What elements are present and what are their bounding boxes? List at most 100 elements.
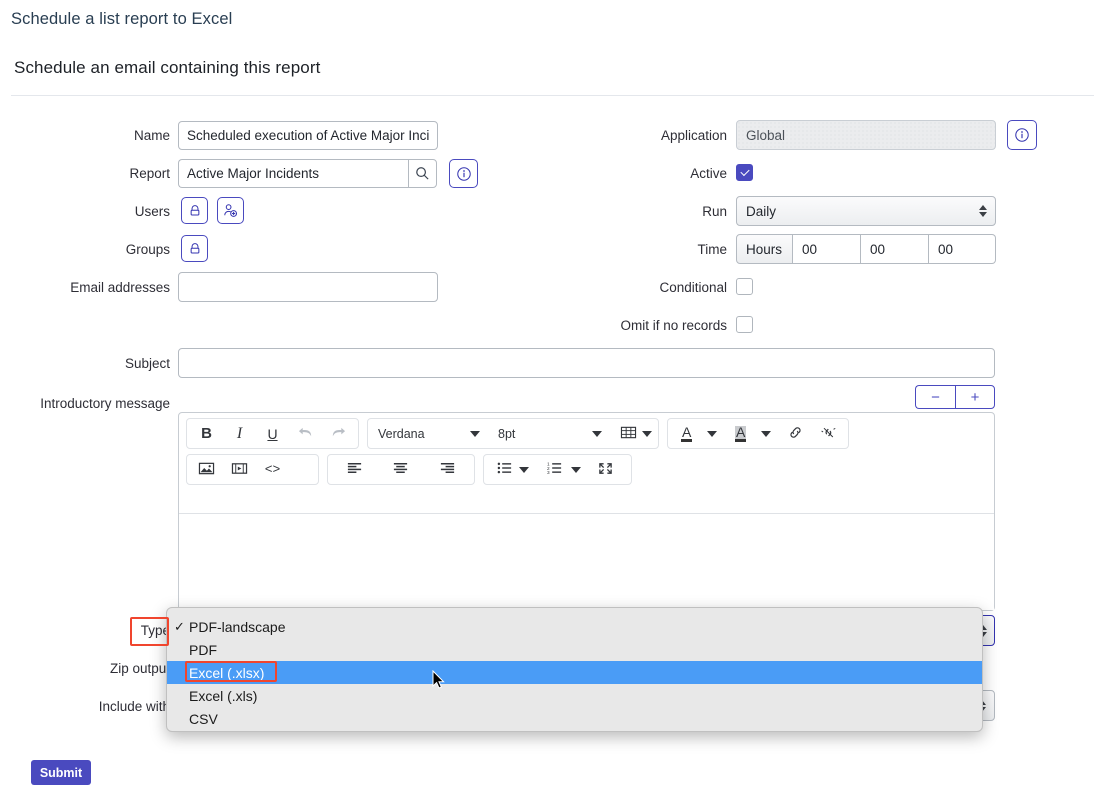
font-family-value: Verdana xyxy=(378,427,425,441)
dropdown-option[interactable]: CSV xyxy=(167,707,982,730)
checkmark-icon: ✓ xyxy=(174,619,185,635)
text-color-icon: A xyxy=(681,426,692,442)
editor-list-group: 123 xyxy=(483,454,632,485)
insert-link-button[interactable] xyxy=(779,420,812,448)
numbered-list-button[interactable]: 123 xyxy=(537,456,589,484)
insert-video-button[interactable] xyxy=(223,456,256,484)
subject-input[interactable] xyxy=(178,348,995,378)
time-minutes-input[interactable]: 00 xyxy=(861,234,929,264)
time-hours-input[interactable]: 00 xyxy=(793,234,861,264)
time-unit: Hours xyxy=(736,234,793,264)
add-user-icon xyxy=(223,203,238,218)
redo-icon xyxy=(330,425,347,443)
insert-image-button[interactable] xyxy=(190,456,223,484)
italic-button[interactable]: I xyxy=(223,420,256,448)
video-icon xyxy=(231,461,248,479)
highlight-color-icon: A xyxy=(735,426,746,442)
label-introductory-message: Introductory message xyxy=(40,394,170,413)
label-run: Run xyxy=(600,204,727,220)
bold-button[interactable]: B xyxy=(190,420,223,448)
report-info-button[interactable] xyxy=(449,159,478,188)
dropdown-option-label: Excel (.xlsx) xyxy=(189,665,264,681)
report-input[interactable] xyxy=(178,159,408,188)
highlight-color-button[interactable]: A xyxy=(725,420,779,448)
label-users: Users xyxy=(40,204,170,220)
svg-text:3: 3 xyxy=(547,470,550,475)
editor-color-link-group: A A xyxy=(667,418,849,449)
align-left-icon xyxy=(346,461,363,478)
bullet-list-icon xyxy=(497,461,513,478)
text-color-button[interactable]: A xyxy=(671,420,725,448)
editor-align-group xyxy=(327,454,475,485)
editor-toolbar-row-2: <> xyxy=(179,454,994,490)
mouse-cursor xyxy=(432,670,446,690)
editor-insert-group: <> xyxy=(186,454,319,485)
underline-button[interactable]: U xyxy=(256,420,289,448)
groups-lock-button[interactable] xyxy=(181,235,208,262)
remove-link-button[interactable] xyxy=(812,420,845,448)
run-select[interactable]: Daily xyxy=(736,196,996,226)
redo-button[interactable] xyxy=(322,420,355,448)
bullet-list-button[interactable] xyxy=(487,456,537,484)
dropdown-option-label: PDF xyxy=(189,642,217,658)
label-zip-output: Zip output xyxy=(40,661,170,677)
editor-grow-button[interactable]: + xyxy=(955,385,995,409)
align-center-button[interactable] xyxy=(384,456,417,484)
stepper-arrows-icon xyxy=(979,205,987,217)
type-dropdown-menu[interactable]: ✓ PDF-landscape PDF Excel (.xlsx) Excel … xyxy=(166,607,983,732)
time-group: Hours 00 00 00 xyxy=(736,234,996,264)
dropdown-option-label: PDF-landscape xyxy=(189,619,286,635)
omit-if-no-records-checkbox[interactable] xyxy=(736,316,753,333)
submit-button[interactable]: Submit xyxy=(31,760,91,785)
label-omit-if-no-records: Omit if no records xyxy=(578,318,727,334)
introductory-message-editor: B I U Verdana 8pt xyxy=(178,412,995,611)
dropdown-option[interactable]: ✓ PDF-landscape xyxy=(167,615,982,638)
users-lock-button[interactable] xyxy=(181,197,208,224)
align-right-button[interactable] xyxy=(431,456,464,484)
dropdown-option[interactable]: PDF xyxy=(167,638,982,661)
report-lookup-button[interactable] xyxy=(408,159,437,188)
application-info-button[interactable] xyxy=(1007,120,1037,150)
email-addresses-input[interactable] xyxy=(178,272,438,302)
undo-button[interactable] xyxy=(289,420,322,448)
source-code-button[interactable]: <> xyxy=(256,456,289,484)
active-checkbox[interactable] xyxy=(736,164,753,181)
dropdown-option[interactable]: Excel (.xlsx) xyxy=(167,661,982,684)
font-size-select[interactable]: 8pt xyxy=(488,420,610,448)
label-active: Active xyxy=(600,166,727,182)
font-size-value: 8pt xyxy=(498,427,515,441)
label-subject: Subject xyxy=(40,356,170,372)
dropdown-option[interactable]: Excel (.xls) xyxy=(167,684,982,707)
time-seconds-input[interactable]: 00 xyxy=(929,234,996,264)
section-title: Schedule an email containing this report xyxy=(14,58,320,78)
label-report: Report xyxy=(40,166,170,182)
header-divider xyxy=(11,95,1094,96)
align-left-button[interactable] xyxy=(338,456,371,484)
fullscreen-button[interactable] xyxy=(589,456,622,484)
dropdown-option-label: Excel (.xls) xyxy=(189,688,257,704)
image-icon xyxy=(198,461,215,479)
editor-content-area[interactable] xyxy=(179,513,994,610)
label-application: Application xyxy=(600,128,727,144)
undo-icon xyxy=(297,425,314,443)
run-select-value: Daily xyxy=(746,204,776,219)
label-include-with: Include with xyxy=(40,699,170,715)
application-field: Global xyxy=(736,120,996,150)
table-button[interactable] xyxy=(610,420,658,448)
label-type: Type xyxy=(40,623,170,639)
numbered-list-icon: 123 xyxy=(547,461,563,478)
conditional-checkbox[interactable] xyxy=(736,278,753,295)
lock-icon xyxy=(188,242,202,256)
editor-toolbar-row-1: B I U Verdana 8pt xyxy=(179,413,994,454)
users-add-button[interactable] xyxy=(217,197,244,224)
editor-font-group: Verdana 8pt xyxy=(367,418,659,449)
name-input[interactable] xyxy=(178,121,438,150)
label-time: Time xyxy=(600,242,727,258)
align-center-icon xyxy=(392,461,409,478)
editor-shrink-button[interactable]: − xyxy=(915,385,955,409)
editor-size-buttons: − + xyxy=(915,385,995,409)
font-family-select[interactable]: Verdana xyxy=(368,420,488,448)
align-right-icon xyxy=(439,461,456,478)
info-icon xyxy=(1014,127,1030,143)
table-icon xyxy=(620,425,637,443)
